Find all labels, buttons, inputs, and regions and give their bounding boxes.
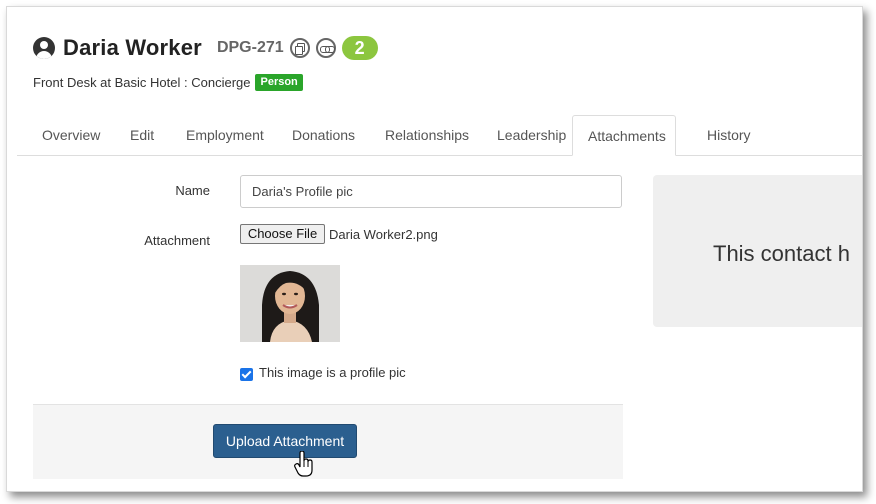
- info-panel: This contact h: [653, 175, 862, 327]
- selected-file-name: Daria Worker2.png: [329, 227, 438, 242]
- copy-icon[interactable]: [289, 38, 310, 58]
- profile-pic-checkbox-label: This image is a profile pic: [259, 365, 406, 380]
- profile-pic-checkbox[interactable]: [240, 368, 253, 381]
- contact-code: DPG-271: [216, 39, 284, 56]
- count-badge[interactable]: 2: [341, 36, 378, 60]
- tab-employment[interactable]: Employment: [171, 115, 279, 155]
- info-panel-message: This contact h: [713, 241, 850, 266]
- contact-name: Daria Worker: [63, 35, 202, 60]
- tab-edit[interactable]: Edit: [115, 115, 169, 155]
- hand-pointer-cursor-icon: [294, 450, 314, 482]
- tab-overview[interactable]: Overview: [27, 115, 115, 155]
- user-circle-icon: [33, 37, 55, 59]
- link-icon[interactable]: [315, 38, 336, 58]
- choose-file-button[interactable]: Choose File: [240, 224, 325, 244]
- tab-donations[interactable]: Donations: [277, 115, 370, 155]
- tab-bar: Overview Edit Employment Donations Relat…: [17, 115, 862, 156]
- tab-leadership[interactable]: Leadership: [482, 115, 581, 155]
- contact-subtitle: Front Desk at Basic Hotel : Concierge Pe…: [33, 74, 303, 91]
- profile-pic-preview: [240, 265, 340, 342]
- name-input[interactable]: Daria's Profile pic: [240, 175, 622, 208]
- tab-attachments[interactable]: Attachments: [572, 115, 676, 156]
- window-frame: Daria Worker DPG-271 2 Front Desk at Bas…: [6, 6, 863, 492]
- position-text: Front Desk at Basic Hotel : Concierge: [33, 75, 251, 90]
- upload-attachment-button[interactable]: Upload Attachment: [213, 424, 357, 458]
- name-label: Name: [175, 183, 210, 198]
- attachment-label: Attachment: [144, 233, 210, 248]
- type-badge: Person: [255, 74, 303, 91]
- tab-relationships[interactable]: Relationships: [370, 115, 484, 155]
- contact-header: Daria Worker DPG-271 2: [33, 35, 378, 61]
- tab-history[interactable]: History: [692, 115, 766, 155]
